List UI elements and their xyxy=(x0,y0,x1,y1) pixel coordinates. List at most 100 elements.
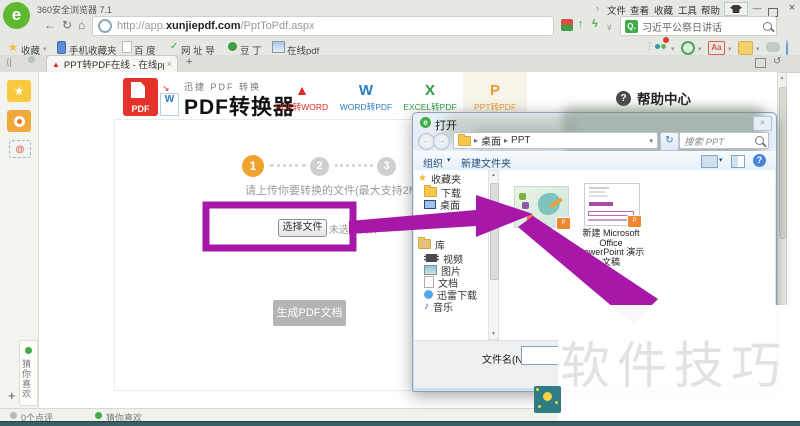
taskbar-edge xyxy=(0,421,800,426)
phone-icon xyxy=(57,41,66,54)
organize-caret-icon[interactable]: ▾ xyxy=(447,156,451,164)
ext-people-caret-icon[interactable]: ▾ xyxy=(671,45,675,53)
share-icon[interactable]: ↑ xyxy=(578,18,584,30)
multi-window-icon[interactable] xyxy=(755,58,766,68)
breadcrumb-caret-icon[interactable]: ▾ xyxy=(649,137,653,145)
ext-cheese-caret-icon[interactable]: ▾ xyxy=(756,45,760,53)
panel-add-button[interactable]: + xyxy=(8,388,16,403)
sidebar-item-desktop[interactable]: 桌面 xyxy=(424,198,460,212)
step-1-badge: 1 xyxy=(242,155,264,177)
choose-file-button[interactable]: 选择文件 xyxy=(278,219,327,237)
favorites-panel-button[interactable]: ★ xyxy=(7,80,31,102)
nav-excel-to-pdf[interactable]: X EXCEL转PDF xyxy=(399,82,461,113)
favorites-caret-icon[interactable]: ▾ xyxy=(43,45,47,53)
nav-pdf-to-word[interactable]: ▲ PDF转WORD xyxy=(271,82,333,113)
hex-green-icon xyxy=(519,193,526,200)
dialog-refresh-icon[interactable]: ↻ xyxy=(660,132,679,151)
sidebar-item-music[interactable]: ♪ 音乐 xyxy=(424,300,453,314)
breadcrumb[interactable]: ▸ 桌面 ▸ PPT ▾ xyxy=(453,132,658,149)
organize-button[interactable]: 组织 xyxy=(423,155,443,170)
scrollbar-thumb[interactable] xyxy=(490,183,499,280)
views-caret-icon[interactable]: ▾ xyxy=(719,156,723,164)
dialog-close-button[interactable]: × xyxy=(753,116,772,131)
speed-icon[interactable]: ϟ xyxy=(592,18,598,30)
back-icon[interactable]: ← xyxy=(44,18,56,32)
help-center-link[interactable]: ? 帮助中心 xyxy=(616,88,691,108)
close-button[interactable]: × xyxy=(784,2,800,14)
favorites-star-icon[interactable]: ★ xyxy=(8,41,18,54)
weibo-button[interactable] xyxy=(7,110,31,132)
douding-icon xyxy=(228,42,237,51)
search-box[interactable]: Q. 习近平公祭日讲话 xyxy=(620,16,777,36)
panel-collapse-icon[interactable]: ⟨| xyxy=(6,57,12,68)
minimize-button[interactable]: — xyxy=(749,3,765,13)
file-new-ppt-name[interactable]: 新建 Microsoft Office PowerPoint 演示 文稿 xyxy=(572,228,650,267)
breadcrumb-ppt[interactable]: PPT xyxy=(511,135,530,146)
ext-game-icon[interactable] xyxy=(766,42,780,52)
nav-word-to-pdf[interactable]: W WORD转PDF xyxy=(335,82,397,113)
search-input[interactable]: 习近平公祭日讲话 xyxy=(642,19,763,34)
acrobat-icon: ▲ xyxy=(295,82,309,98)
search-icon[interactable] xyxy=(763,21,772,31)
guess-dot-icon xyxy=(95,412,102,419)
url-bar[interactable]: http://app. xunjiepdf.com/PptToPdf.aspx xyxy=(92,16,554,36)
file-new-ppt-thumbnail[interactable]: P xyxy=(584,183,642,228)
at-app-button[interactable]: @ xyxy=(9,140,31,158)
theme-skin-button[interactable] xyxy=(724,2,748,16)
dialog-search-box[interactable]: 搜索 PPT xyxy=(679,132,769,149)
ext-shield-caret-icon[interactable]: ▾ xyxy=(698,45,702,53)
file-001-thumbnail[interactable]: P xyxy=(514,186,571,230)
word-icon: W xyxy=(358,82,374,99)
ext-font-icon[interactable]: Aa xyxy=(708,41,725,55)
refresh-icon[interactable]: ↻ xyxy=(62,18,72,32)
new-tab-button[interactable]: + xyxy=(186,56,192,68)
tab-active[interactable]: ▲ PPT转PDF在线 - 在线pp × xyxy=(46,55,178,72)
nav-ppt-to-pdf[interactable]: P PPT转PDF xyxy=(464,82,526,113)
menu-favorites[interactable]: 收藏 xyxy=(654,3,673,17)
site-safety-icon[interactable] xyxy=(561,19,573,31)
dialog-help-icon[interactable]: ? xyxy=(753,154,766,167)
menu-tools[interactable]: 工具 xyxy=(678,3,697,17)
picture-icon xyxy=(424,265,437,275)
scroll-down-icon[interactable]: ▼ xyxy=(489,330,498,339)
views-icon[interactable] xyxy=(701,155,718,168)
home-icon[interactable]: ⌂ xyxy=(78,18,85,32)
star-icon: ★ xyxy=(13,84,25,98)
menu-caret-icon[interactable]: › xyxy=(596,3,599,14)
breadcrumb-desktop[interactable]: 桌面 xyxy=(481,133,501,148)
dialog-sidebar-scrollbar[interactable]: ▲ ▼ xyxy=(488,170,499,340)
guess-you-like-tab[interactable]: 猜你喜欢 xyxy=(19,340,38,406)
text-line xyxy=(589,187,609,189)
scroll-up-icon[interactable]: ▲ xyxy=(489,171,498,180)
tip-widget[interactable] xyxy=(534,386,561,413)
tab-close-icon[interactable]: × xyxy=(167,59,172,69)
preview-pane-icon[interactable] xyxy=(731,155,745,168)
folder-icon xyxy=(424,185,437,197)
sidebar-libraries[interactable]: 库 xyxy=(418,237,445,252)
restore-closed-tab-icon[interactable]: ↺ xyxy=(773,56,781,67)
page-scrollbar[interactable]: ▲ xyxy=(777,72,787,306)
desktop-label: 桌面 xyxy=(440,200,460,212)
url-prefix: http://app. xyxy=(117,20,166,32)
ext-cheese-icon[interactable] xyxy=(738,41,753,55)
sidebar-favorites[interactable]: ★ 收藏夹 xyxy=(418,172,461,186)
scrollbar-thumb[interactable] xyxy=(779,87,787,239)
menu-help[interactable]: 帮助 xyxy=(701,3,720,17)
generate-pdf-button[interactable]: 生成PDF文档 xyxy=(273,300,346,326)
scroll-up-icon[interactable]: ▲ xyxy=(778,73,786,83)
menu-file[interactable]: 文件 xyxy=(607,3,626,17)
dialog-forward-icon[interactable]: → xyxy=(433,133,450,150)
dialog-app-icon: e xyxy=(420,117,431,128)
browser-window: e 360安全浏览器 7.1 › 文件 查看 收藏 工具 帮助 — × ← ↻ … xyxy=(0,0,800,426)
new-folder-button[interactable]: 新建文件夹 xyxy=(461,155,511,170)
dialog-search-icon[interactable] xyxy=(755,136,764,145)
spark-icon xyxy=(536,388,539,391)
film-icon xyxy=(424,254,439,262)
ext-people-icon[interactable] xyxy=(653,37,669,53)
menu-view[interactable]: 查看 xyxy=(630,3,649,17)
url-dropdown-icon[interactable]: ∨ xyxy=(606,22,613,33)
file-001-name[interactable]: 001 xyxy=(514,228,567,239)
ext-font-caret-icon[interactable]: ▾ xyxy=(728,45,732,53)
ext-money-shield-icon[interactable] xyxy=(681,41,695,55)
document-icon xyxy=(424,276,434,288)
